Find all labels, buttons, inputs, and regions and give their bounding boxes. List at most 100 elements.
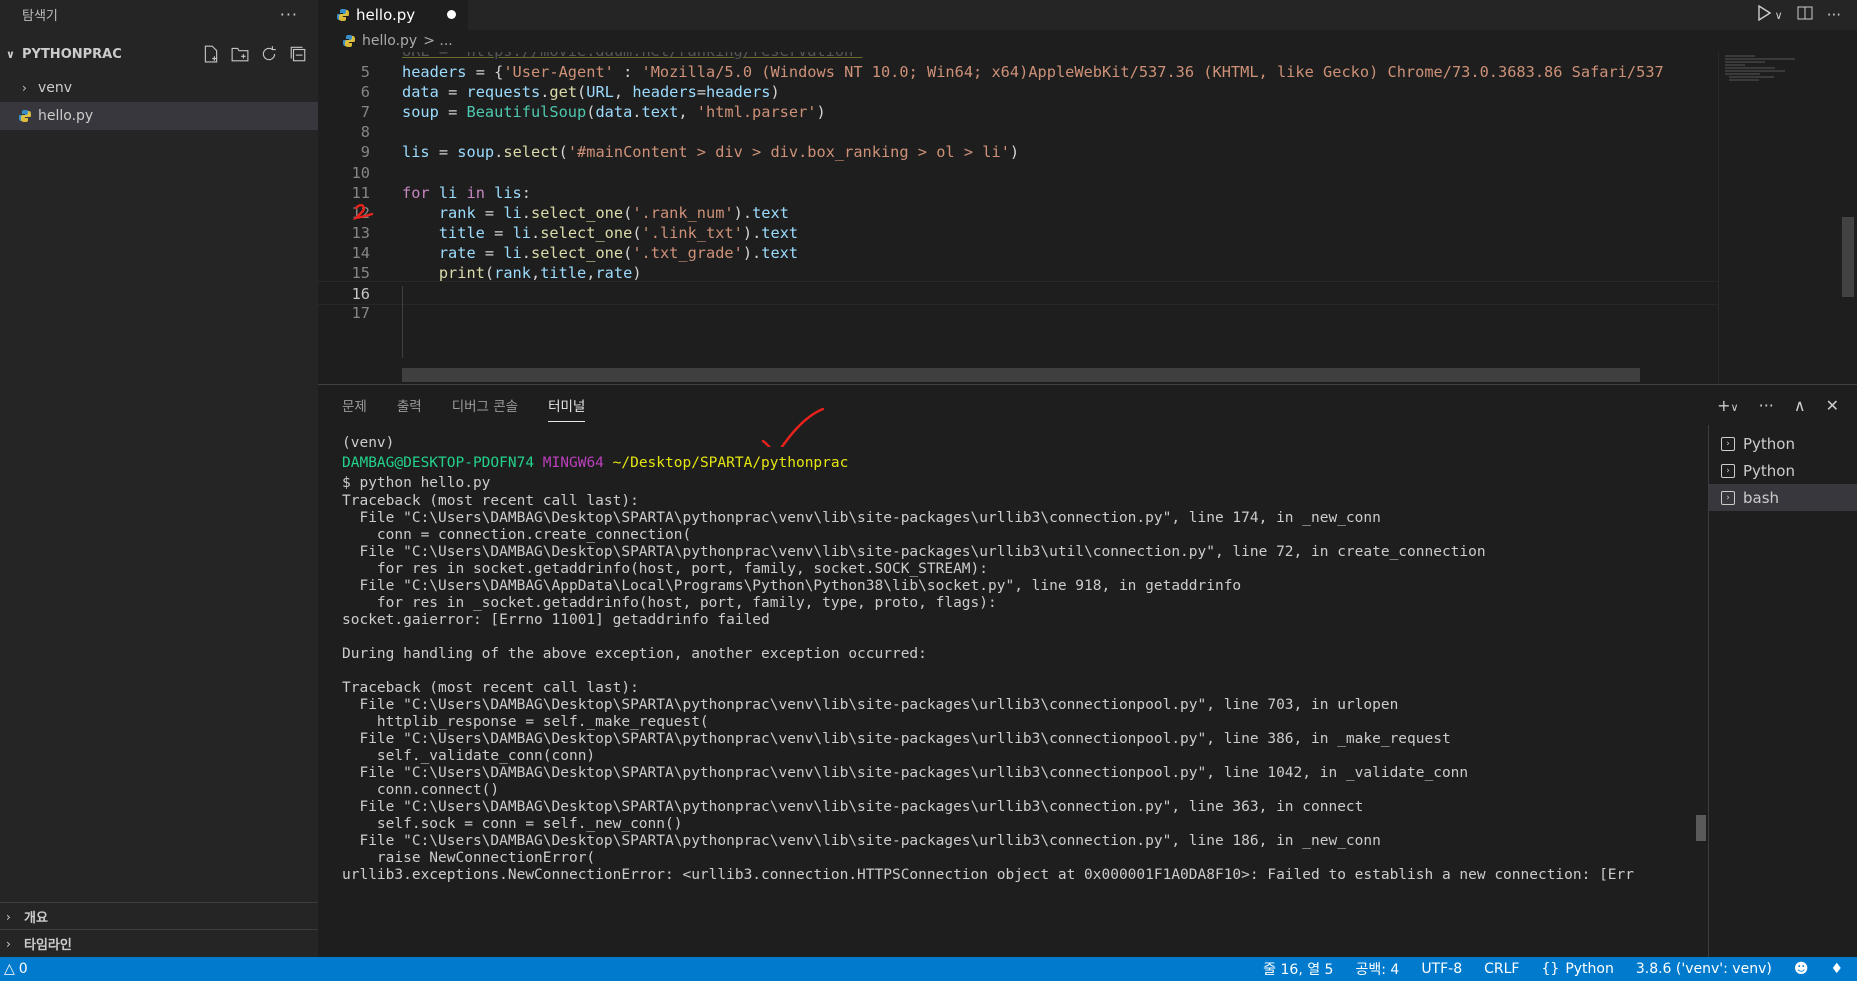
cursor-position[interactable]: 줄 16, 열 5 — [1263, 959, 1333, 979]
maximize-panel-icon[interactable]: ∧ — [1794, 396, 1806, 415]
editor-horizontal-scrollbar[interactable] — [402, 368, 1640, 382]
handwritten-checkmark — [761, 407, 825, 447]
outline-section[interactable]: › 개요 — [0, 902, 318, 930]
chevron-right-icon: › — [6, 909, 11, 924]
terminal-line: httplib_response = self._make_request( — [342, 714, 709, 730]
terminal-line: for res in socket.getaddrinfo(host, port… — [342, 561, 989, 577]
workspace-folder-header[interactable]: ∨ PYTHONPRAC — [0, 34, 318, 74]
encoding[interactable]: UTF-8 — [1421, 961, 1462, 977]
terminal-line: self._validate_conn(conn) — [342, 748, 596, 764]
explorer-sidebar: 탐색기 ··· ∨ PYTHONPRAC › venv hello.py › 개… — [0, 0, 318, 957]
problems-indicator[interactable]: △ 0 — [0, 961, 28, 977]
feedback-icon[interactable]: ☻ — [1794, 961, 1809, 977]
refresh-icon[interactable] — [259, 44, 279, 64]
terminal-venv-line: (venv) — [342, 435, 395, 451]
tree-item-hello-py[interactable]: hello.py — [0, 102, 318, 130]
tab-debug-console[interactable]: 디버그 콘솔 — [452, 395, 518, 415]
prompt-user: DAMBAG@DESKTOP-PDOFN74 — [342, 455, 535, 471]
tab-hello-py[interactable]: hello.py — [318, 0, 468, 30]
terminal-line: File "C:\Users\DAMBAG\AppData\Local\Prog… — [342, 578, 1242, 594]
terminal-line: Traceback (most recent call last): — [342, 493, 639, 509]
tab-label: hello.py — [356, 6, 416, 24]
breadcrumb: hello.py > ... — [318, 30, 1857, 52]
python-file-icon — [336, 8, 350, 22]
timeline-section[interactable]: › 타임라인 — [0, 929, 318, 957]
terminal-label: bash — [1743, 488, 1780, 507]
tab-terminal[interactable]: 터미널 — [548, 395, 586, 422]
terminal-line: conn = connection.create_connection( — [342, 527, 692, 543]
terminal-line: raise NewConnectionError( — [342, 850, 596, 866]
terminal-line: File "C:\Users\DAMBAG\Desktop\SPARTA\pyt… — [342, 799, 1364, 815]
python-file-icon — [342, 34, 356, 48]
explorer-header: 탐색기 ··· — [0, 0, 318, 28]
handwritten-annotation-2 — [352, 203, 374, 220]
split-editor-icon[interactable] — [1797, 5, 1813, 25]
chevron-down-icon[interactable]: ∨ — [1775, 9, 1783, 22]
indentation[interactable]: 공백: 4 — [1355, 959, 1399, 979]
terminal-line: During handling of the above exception, … — [342, 646, 927, 662]
terminal-scrollbar-thumb[interactable] — [1696, 815, 1706, 841]
editor-vertical-scrollbar[interactable] — [1840, 52, 1854, 384]
python-interpreter[interactable]: 3.8.6 ('venv': venv) — [1636, 961, 1772, 977]
terminal-line: File "C:\Users\DAMBAG\Desktop\SPARTA\pyt… — [342, 697, 1399, 713]
language-mode[interactable]: {} Python — [1541, 961, 1613, 977]
editor-tab-bar: hello.py ∨ ··· — [318, 0, 1857, 30]
tree-item-venv[interactable]: › venv — [0, 74, 318, 102]
new-terminal-icon[interactable]: +∨ — [1717, 396, 1738, 415]
terminal-icon: › — [1721, 463, 1735, 478]
terminal-list: › Python › Python › bash — [1708, 425, 1857, 958]
more-actions-icon[interactable]: ··· — [280, 5, 298, 24]
terminal-icon: › — [1721, 490, 1735, 505]
terminal-item-python-1[interactable]: › Python — [1709, 430, 1857, 457]
tree-item-label: hello.py — [38, 108, 94, 124]
terminal-line: socket.gaierror: [Errno 11001] getaddrin… — [342, 612, 770, 628]
more-actions-icon[interactable]: ··· — [1827, 6, 1841, 24]
workspace-name: PYTHONPRAC — [22, 46, 122, 62]
terminal-line: urllib3.exceptions.NewConnectionError: <… — [342, 867, 1635, 883]
bottom-panel: 문제 출력 디버그 콘솔 터미널 +∨ ··· ∧ ✕ (venv) DAMBAG… — [318, 384, 1857, 958]
terminal-icon: › — [1721, 436, 1735, 451]
breadcrumb-file[interactable]: hello.py — [362, 33, 417, 49]
terminal-line: File "C:\Users\DAMBAG\Desktop\SPARTA\pyt… — [342, 765, 1469, 781]
close-panel-icon[interactable]: ✕ — [1826, 396, 1839, 415]
tab-output[interactable]: 출력 — [397, 395, 422, 415]
new-file-icon[interactable] — [201, 44, 221, 64]
terminal-label: Python — [1743, 461, 1795, 480]
terminal-output[interactable]: (venv) DAMBAG@DESKTOP-PDOFN74 MINGW64 ~/D… — [342, 433, 1722, 958]
terminal-label: Python — [1743, 434, 1795, 453]
more-actions-icon[interactable]: ··· — [1759, 396, 1774, 415]
warning-icon: △ — [4, 961, 15, 977]
python-file-icon — [18, 109, 32, 123]
end-of-line[interactable]: CRLF — [1484, 961, 1519, 977]
terminal-prompt: DAMBAG@DESKTOP-PDOFN74 MINGW64 ~/Desktop… — [342, 453, 1722, 473]
status-bar: △ 0 줄 16, 열 5 공백: 4 UTF-8 CRLF {} Python … — [0, 957, 1857, 981]
outline-label: 개요 — [24, 911, 48, 926]
terminal-item-python-2[interactable]: › Python — [1709, 457, 1857, 484]
tree-item-label: venv — [38, 80, 73, 96]
notifications-bell-icon[interactable]: ♦ — [1830, 961, 1843, 977]
code-line: 17 — [318, 301, 1718, 325]
breadcrumb-symbol[interactable]: > ... — [423, 33, 453, 49]
terminal-line: for res in _socket.getaddrinfo(host, por… — [342, 595, 997, 611]
code-editor[interactable]: URL = 'https://movie.daum.net/ranking/re… — [318, 52, 1718, 384]
tab-problems[interactable]: 문제 — [342, 395, 367, 415]
run-icon[interactable] — [1757, 4, 1771, 25]
terminal-item-bash[interactable]: › bash — [1709, 484, 1857, 511]
scrollbar-thumb[interactable] — [1842, 217, 1854, 297]
chevron-right-icon: › — [6, 936, 11, 951]
explorer-title: 탐색기 — [22, 8, 58, 24]
timeline-label: 타임라인 — [24, 938, 72, 953]
terminal-line: self.sock = conn = self._new_conn() — [342, 816, 683, 832]
terminal-line: conn.connect() — [342, 782, 500, 798]
chevron-down-icon: ∨ — [6, 47, 15, 61]
braces-icon: {} — [1541, 961, 1560, 977]
collapse-all-icon[interactable] — [288, 44, 308, 64]
new-folder-icon[interactable] — [230, 44, 250, 64]
terminal-line: File "C:\Users\DAMBAG\Desktop\SPARTA\pyt… — [342, 833, 1381, 849]
terminal-line: File "C:\Users\DAMBAG\Desktop\SPARTA\pyt… — [342, 731, 1451, 747]
unsaved-dot-icon[interactable] — [447, 10, 456, 19]
terminal-line: File "C:\Users\DAMBAG\Desktop\SPARTA\pyt… — [342, 544, 1486, 560]
minimap[interactable] — [1718, 52, 1836, 384]
